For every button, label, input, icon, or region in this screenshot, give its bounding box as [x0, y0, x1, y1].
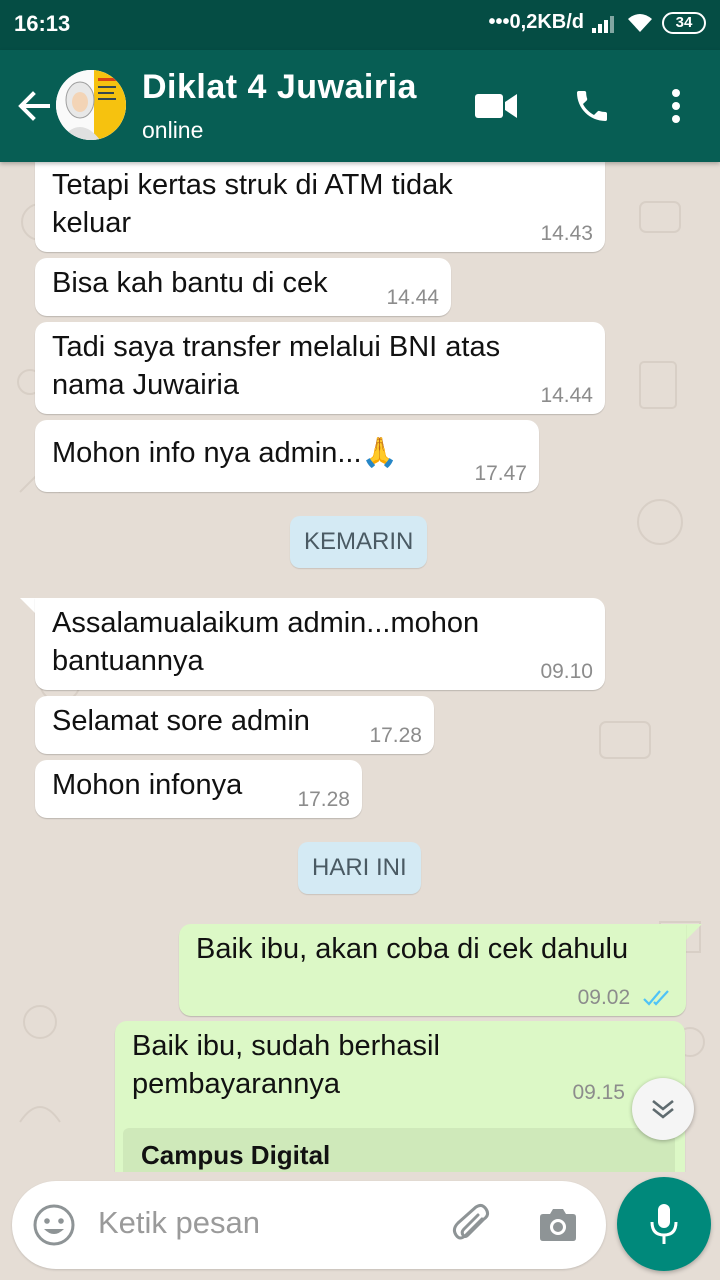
contact-status: online	[142, 117, 204, 143]
battery-icon: 34	[662, 11, 706, 34]
contact-avatar[interactable]	[56, 70, 126, 140]
message-list[interactable]: Tetapi kertas struk di ATM tidak keluar …	[0, 162, 720, 1172]
status-time: 16:13	[14, 11, 71, 36]
message-input[interactable]: Ketik pesan	[98, 1205, 260, 1241]
read-ticks-icon	[643, 990, 669, 1007]
message-bubble-incoming[interactable]: Selamat sore admin 17.28	[35, 696, 434, 754]
chat-header: Diklat 4 Juwairia online	[0, 50, 720, 162]
message-text: Selamat sore admin	[52, 705, 310, 737]
message-time: 14.43	[540, 222, 593, 245]
status-indicators: •••0,2KB/d 34	[489, 11, 706, 34]
video-call-button[interactable]	[472, 84, 520, 128]
message-meta: 09.15	[572, 1081, 625, 1105]
back-arrow-icon[interactable]	[14, 86, 54, 126]
more-vert-icon	[672, 89, 680, 123]
status-bar: 16:13 •••0,2KB/d 34	[0, 0, 720, 50]
phone-icon	[577, 91, 607, 121]
message-time: 17.28	[369, 724, 422, 747]
message-bubble-incoming[interactable]: Mohon infonya 17.28	[35, 760, 362, 818]
network-speed-indicator: •••0,2KB/d	[488, 11, 584, 33]
message-text: Baik ibu, akan coba di cek dahulu	[196, 933, 629, 965]
message-text: Bisa kah bantu di cek	[52, 267, 328, 299]
signal-icon	[592, 13, 618, 33]
message-text: Baik ibu, sudah berhasil pembayarannya	[132, 1030, 440, 1100]
message-bubble-incoming[interactable]: Tetapi kertas struk di ATM tidak keluar …	[35, 162, 605, 252]
message-meta: 09.02	[578, 986, 674, 1010]
voice-call-button[interactable]	[568, 84, 616, 128]
message-time: 09.15	[572, 1081, 625, 1104]
message-text: Tetapi kertas struk di ATM tidak keluar	[52, 169, 453, 239]
message-bubble-incoming[interactable]: Mohon info nya admin...🙏 17.47	[35, 420, 539, 492]
message-time: 17.47	[474, 462, 527, 485]
link-preview-card[interactable]: Campus Digital	[123, 1128, 675, 1172]
message-time: 09.10	[540, 660, 593, 683]
message-bubble-outgoing[interactable]: Baik ibu, akan coba di cek dahulu 09.02	[179, 924, 686, 1016]
camera-icon[interactable]	[536, 1203, 580, 1247]
message-bubble-incoming[interactable]: Bisa kah bantu di cek 14.44	[35, 258, 451, 316]
voice-record-button[interactable]	[617, 1177, 711, 1271]
video-call-icon	[475, 94, 517, 118]
avatar-image	[56, 70, 126, 140]
message-text: Mohon infonya	[52, 769, 243, 801]
contact-name[interactable]: Diklat 4 Juwairia	[142, 68, 417, 107]
wifi-icon	[628, 13, 652, 32]
message-time: 17.28	[297, 788, 350, 811]
link-preview-title: Campus Digital	[141, 1140, 331, 1170]
message-bubble-incoming[interactable]: Tadi saya transfer melalui BNI atas nama…	[35, 322, 605, 414]
date-separator: KEMARIN	[290, 516, 428, 568]
scroll-down-icon	[652, 1099, 674, 1119]
emoji-icon[interactable]	[32, 1203, 76, 1247]
message-time: 09.02	[577, 986, 631, 1009]
attach-icon[interactable]	[448, 1201, 496, 1249]
message-time: 14.44	[386, 286, 439, 309]
message-text: Mohon info nya admin...🙏	[52, 437, 398, 469]
message-text: Assalamualaikum admin...mohon bantuannya	[52, 607, 480, 677]
message-text: Tadi saya transfer melalui BNI atas nama…	[52, 331, 501, 401]
mic-icon	[650, 1204, 678, 1244]
more-options-button[interactable]	[652, 84, 700, 128]
message-bubble-incoming[interactable]: Assalamualaikum admin...mohon bantuannya…	[35, 598, 605, 690]
scroll-to-bottom-button[interactable]	[632, 1078, 694, 1140]
message-composer[interactable]: Ketik pesan	[12, 1181, 606, 1269]
date-separator: HARI INI	[298, 842, 421, 894]
message-time: 14.44	[540, 384, 593, 407]
bubble-tail	[684, 924, 702, 942]
